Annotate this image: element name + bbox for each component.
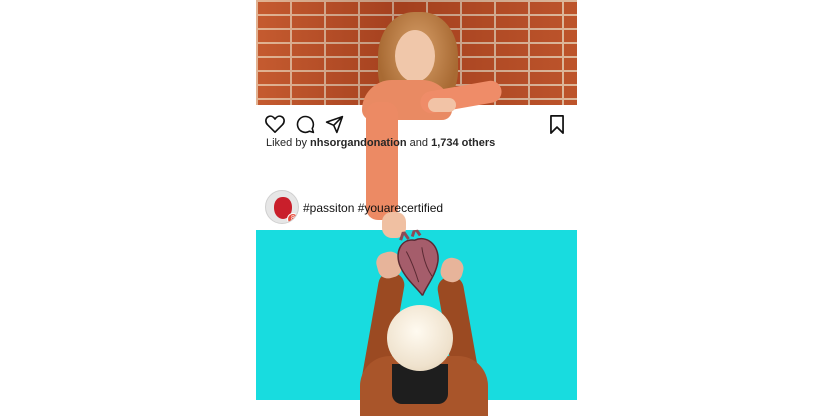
person-bottom-beanie [387, 305, 453, 371]
liked-by-prefix: Liked by [266, 137, 307, 149]
paper-plane-icon [325, 115, 343, 133]
post-caption: #passiton #youarecertified [303, 201, 444, 215]
likes-summary: Liked by nhsorgandonation and 1,734 othe… [266, 137, 495, 149]
comment-button[interactable] [294, 113, 316, 135]
liked-by-and: and [409, 137, 429, 149]
comment-bubble-icon [296, 115, 314, 133]
anatomical-heart-icon [397, 226, 439, 298]
like-button[interactable] [264, 113, 286, 135]
post-header: 8 #passiton #youarecertified [265, 190, 565, 226]
post-actions-bar [264, 113, 568, 135]
page: Liked by nhsorgandonation and 1,734 othe… [0, 0, 832, 416]
person-top-hand-right [428, 98, 456, 112]
share-button[interactable] [323, 113, 345, 135]
avatar[interactable]: 8 [265, 190, 299, 224]
bookmark-outline-icon [550, 114, 564, 134]
others-count-link[interactable]: 1,734 others [431, 137, 495, 149]
liked-by-username-link[interactable]: nhsorgandonation [310, 137, 407, 149]
person-top-face [395, 30, 435, 82]
heart-outline-icon [265, 115, 285, 133]
avatar-badge: 8 [287, 213, 298, 223]
save-button[interactable] [546, 113, 568, 135]
